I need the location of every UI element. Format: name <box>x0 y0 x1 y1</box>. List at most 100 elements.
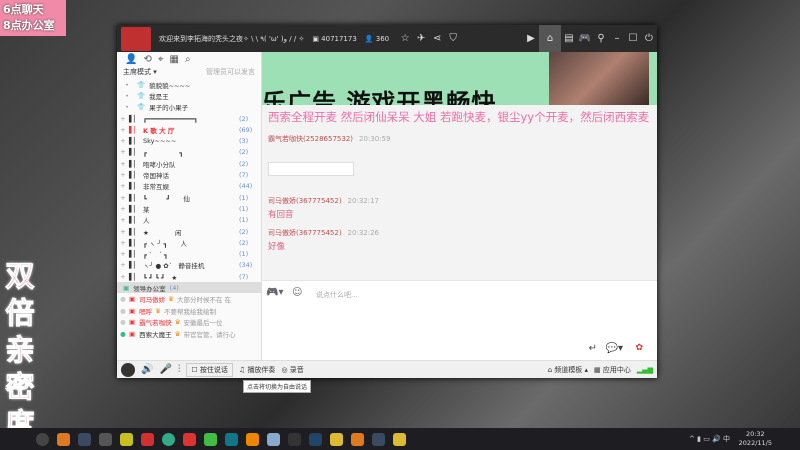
channel-row[interactable]: + ▌▏ ┏ ┓ (2) <box>117 147 261 158</box>
app-icon[interactable] <box>120 432 133 446</box>
send-icon[interactable]: ↵ <box>589 343 597 354</box>
channel-row[interactable]: + ▌▏ ヽ╯ ● ✿ˊ 静音挂机 (34) <box>117 260 261 271</box>
expand-icon[interactable]: + <box>117 148 129 156</box>
channel-row[interactable]: + ▌▏ 某 (1) <box>117 203 261 214</box>
gamepad-emoji-icon[interactable]: 🎮▾ <box>266 287 283 298</box>
expand-icon[interactable]: + <box>117 126 129 134</box>
member-row[interactable]: ● ▣ 司马傲娇 ♛ 大部分时候不在 在 <box>117 293 261 305</box>
channel-row[interactable]: + ▌▏ ┏━━━━━━━━━━━━┓ (2) <box>117 113 261 124</box>
list-icon[interactable]: ▤ <box>561 25 577 52</box>
share-icon[interactable]: ⋖ <box>429 25 445 52</box>
app-icon[interactable] <box>225 432 238 446</box>
channel-row[interactable]: + ▌▏ ┏ ヽ ╯ ┓ 人 (2) <box>117 237 261 248</box>
channel-row[interactable]: + ▌▏ 咆哮小分队 (2) <box>117 158 261 169</box>
channel-row[interactable]: + ▌▏ ★ 闲 (2) <box>117 226 261 237</box>
app-icon[interactable] <box>288 432 301 446</box>
image-attachment[interactable] <box>268 162 354 176</box>
expand-icon[interactable]: + <box>117 216 129 224</box>
expand-icon[interactable]: + <box>117 228 129 236</box>
member-row[interactable]: ● ▣ 西索大魔王 ♛ 带官官管，请行心 <box>117 328 261 340</box>
app-icon[interactable] <box>141 432 154 446</box>
expand-icon[interactable]: + <box>117 250 129 258</box>
expand-icon[interactable]: + <box>117 261 129 269</box>
app-icon[interactable] <box>57 432 70 446</box>
app-icon[interactable] <box>183 432 196 446</box>
expand-icon[interactable]: + <box>117 205 129 213</box>
search-icon[interactable]: ⌕ <box>185 54 191 65</box>
minimize-icon[interactable]: – <box>609 25 625 52</box>
speaker-icon[interactable]: 🔊 <box>141 364 153 375</box>
chat-user[interactable]: 司马傲娇(367775452) <box>268 229 342 237</box>
system-tray[interactable]: ^ ▮ ▭ 🔊 中 <box>689 434 730 444</box>
app-center-button[interactable]: ▦ 应用中心 <box>594 365 631 375</box>
chat-user[interactable]: 司马傲娇(367775452) <box>268 197 342 205</box>
clock[interactable]: 20:32 2022/11/5 <box>739 430 772 448</box>
plane-icon[interactable]: ✈ <box>413 25 429 52</box>
channel-row[interactable]: + ▌▏ 非常互娱 (44) <box>117 181 261 192</box>
broom-icon[interactable]: ⚲ <box>593 25 609 52</box>
app-icon[interactable] <box>267 432 280 446</box>
location-icon[interactable]: ⌖ <box>158 54 164 65</box>
expand-icon[interactable]: + <box>117 160 129 168</box>
maximize-icon[interactable]: ☐ <box>625 25 641 52</box>
video-icon[interactable]: ▶ <box>523 25 539 52</box>
office-channel[interactable]: ▣ 领导办公室 (4) <box>117 282 261 294</box>
member-row[interactable]: ● ▣ 嗯呼 ♛ 不要帮我绘我绘制 <box>117 305 261 317</box>
channel-row[interactable]: + ▌▏ ┗ ┛ 仙 (1) <box>117 192 261 203</box>
push-to-talk-button[interactable]: ☐ 按住说话 <box>186 362 233 377</box>
yy-icon[interactable] <box>330 432 343 446</box>
member-row[interactable]: • 👕 貌貌貌~~~~ <box>117 79 261 90</box>
chrome-icon[interactable] <box>162 432 175 446</box>
mic-icon[interactable]: 🎤 <box>159 364 171 375</box>
expand-icon[interactable]: + <box>117 194 129 202</box>
expand-icon[interactable]: + <box>117 171 129 179</box>
channel-row[interactable]: + ▌▏ 人 (1) <box>117 215 261 226</box>
member-row[interactable]: • 👕 果子的小果子 <box>117 102 261 113</box>
wechat-icon[interactable] <box>204 432 217 446</box>
notes-icon[interactable]: ▦ <box>169 54 178 65</box>
chat-input-area[interactable]: 🎮▾ ☺ 说点什么吧... ↵ 💬▾ ✿ <box>262 280 657 360</box>
power-icon[interactable]: ⏻ <box>641 25 657 52</box>
user-icon[interactable]: 👤 <box>125 54 137 65</box>
member-row[interactable]: • 👕 我是王 <box>117 90 261 101</box>
record-button[interactable]: ◎ 录音 <box>281 365 303 375</box>
expand-icon[interactable]: + <box>117 115 129 123</box>
bubble-icon[interactable]: 💬▾ <box>606 343 623 354</box>
star-icon[interactable]: ☆ <box>397 25 413 52</box>
music-button[interactable]: ♫ 播放伴奏 <box>239 365 276 375</box>
chat-input[interactable]: 说点什么吧... <box>316 290 358 300</box>
expand-icon[interactable]: + <box>117 137 129 145</box>
mode-select[interactable]: 主席模式 ▾ <box>123 67 157 79</box>
channel-row[interactable]: + ▌▏ K 歌 大 厅 (69) <box>117 124 261 135</box>
start-icon[interactable] <box>36 432 49 446</box>
channel-name: ┏ ˋ ˊ ┓ <box>143 251 168 260</box>
member-row[interactable]: ● ▣ 霸气若咖快 ♛ 安徽最后一位 <box>117 316 261 328</box>
emoji-icon[interactable]: ☺ <box>292 287 302 298</box>
app-icon[interactable] <box>78 432 91 446</box>
history-icon[interactable]: ⟲ <box>143 54 151 65</box>
app-icon[interactable] <box>351 432 364 446</box>
template-button[interactable]: ⌂ 频道模板 ▴ <box>548 365 588 375</box>
steam-icon[interactable] <box>309 432 322 446</box>
expand-icon[interactable]: + <box>117 273 129 281</box>
rose-icon[interactable]: ✿ <box>635 343 643 353</box>
yy-icon[interactable] <box>393 432 406 446</box>
app-icon[interactable] <box>99 432 112 446</box>
ime-indicator[interactable]: 中 <box>723 435 730 443</box>
mixer-icon[interactable]: ⫶ <box>178 364 181 375</box>
ad-banner[interactable]: 乐广告 游戏开黑畅快 <box>262 52 657 105</box>
channel-row[interactable]: + ▌▏ ┗ ┛ ┗ ┛ ★ (7) <box>117 271 261 282</box>
expand-icon[interactable]: + <box>117 239 129 247</box>
channel-row[interactable]: + ▌▏ Sky~~~~ (3) <box>117 135 261 146</box>
video-preview[interactable] <box>549 52 649 105</box>
channel-row[interactable]: + ▌▏ ┏ ˋ ˊ ┓ (1) <box>117 248 261 259</box>
avatar[interactable] <box>121 362 135 377</box>
home-icon[interactable]: ⌂ <box>539 25 561 52</box>
expand-icon[interactable]: + <box>117 182 129 190</box>
chat-user[interactable]: 霸气若咖快(2528657532) <box>268 135 353 143</box>
app-icon[interactable] <box>246 432 259 446</box>
app-icon[interactable] <box>372 432 385 446</box>
shield-icon[interactable]: ⛉ <box>445 25 461 52</box>
channel-row[interactable]: + ▌▏ 帝国神话 (7) <box>117 169 261 180</box>
gamepad-icon[interactable]: 🎮 <box>577 25 593 52</box>
